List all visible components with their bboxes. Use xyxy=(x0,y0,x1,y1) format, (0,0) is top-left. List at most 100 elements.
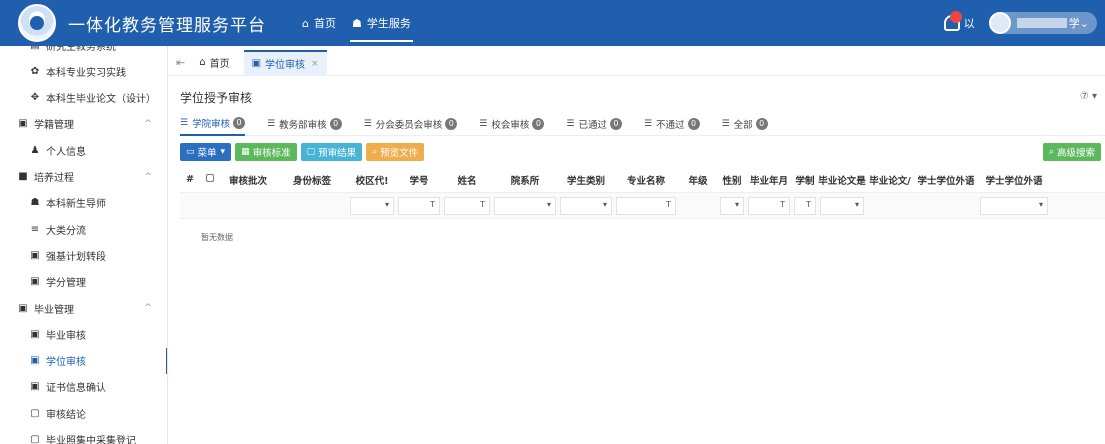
close-icon[interactable]: × xyxy=(311,59,319,69)
sidebar-item[interactable]: ▢ 审核结论 xyxy=(0,400,167,426)
column-filter-input[interactable]: T xyxy=(616,196,676,215)
credit-icon: ▣ xyxy=(30,276,40,288)
nav-home-label: 首页 xyxy=(313,17,336,30)
column-filter-select[interactable]: ▾ xyxy=(560,196,612,215)
sidebar-item-label: 毕业管理 xyxy=(34,304,74,316)
sidebar-item[interactable]: ▣ 学籍管理 ^ xyxy=(0,111,167,137)
sidebar-item[interactable]: ■ 培养过程 ^ xyxy=(0,164,167,190)
count-badge: 0 xyxy=(233,116,246,129)
filter-blank xyxy=(680,197,716,215)
filter-blank xyxy=(222,197,274,215)
review-stage-tab-label: 不通过 xyxy=(656,119,685,131)
preview-file-button[interactable]: ⌕ 预览文件 xyxy=(366,143,425,161)
column-filter-input[interactable]: T xyxy=(794,196,816,215)
grad-review-icon: ▣ xyxy=(30,328,40,340)
column-filter-input[interactable]: T xyxy=(748,196,790,215)
nav-student-service[interactable]: ☗ 学生服务 xyxy=(344,0,419,46)
column-filter-input[interactable]: T xyxy=(444,196,490,215)
tab-degree-review-label: 学位审核 xyxy=(265,60,306,71)
sidebar-item[interactable]: ✿ 本科专业实习实践 xyxy=(0,58,167,84)
review-stage-tab[interactable]: ☰ 不通过 0 xyxy=(644,112,700,136)
top-bar: 一体化教务管理服务平台 ⌂ 首页 ☗ 学生服务 以 学 ⌄ xyxy=(0,0,1105,46)
advanced-search-button[interactable]: ⌕ 高级搜索 xyxy=(1042,143,1101,161)
pre-review-result-button[interactable]: ▢ 预审结果 xyxy=(300,143,363,161)
sidebar-item[interactable]: ☗ 本科新生导师 xyxy=(0,190,167,216)
column-filter-input[interactable]: T xyxy=(398,196,440,215)
list-icon: ☰ xyxy=(180,117,189,128)
sidebar-item[interactable]: ✥ 本科生毕业论文（设计） xyxy=(0,85,167,111)
document-icon: ▢ xyxy=(306,147,316,157)
column-header: 审核批次 xyxy=(228,175,267,187)
list-icon: ☰ xyxy=(643,118,653,129)
column-header: 毕业论文/ xyxy=(869,175,911,187)
sidebar-item[interactable]: ≡ 大类分流 xyxy=(0,216,167,242)
help-icon[interactable]: ⑦ ▾ xyxy=(1080,91,1097,102)
column-filter-select[interactable]: ▾ xyxy=(820,196,864,215)
column-filter-select[interactable]: ▾ xyxy=(720,196,744,215)
review-stage-tab[interactable]: ☰ 学院审核 0 xyxy=(180,112,246,136)
column-header: 学制 xyxy=(795,175,815,187)
list-icon: ☰ xyxy=(479,118,488,129)
bell-icon[interactable] xyxy=(943,11,962,31)
sidebar-item-label: 强基计划转段 xyxy=(46,251,106,263)
sidebar-item[interactable]: ▣ 证书信息确认 xyxy=(0,374,167,400)
menu-button[interactable]: ▭ 菜单 ▾ xyxy=(180,143,232,161)
collapse-sidebar-icon[interactable]: ⇤ xyxy=(176,56,185,69)
review-stage-tab[interactable]: ☰ 全部 0 xyxy=(722,112,768,136)
calendar-icon: ▦ xyxy=(241,147,250,157)
count-badge: 0 xyxy=(609,117,622,130)
sidebar-item-label: 大类分流 xyxy=(46,225,86,237)
column-header: 学士学位外语 xyxy=(917,175,975,187)
sidebar-item[interactable]: ♟ 个人信息 xyxy=(0,137,167,163)
review-stage-tab[interactable]: ☰ 教务部审核 0 xyxy=(267,112,342,136)
sidebar: ▤ 研究生教务系统 ✿ 本科专业实习实践 ✥ 本科生毕业论文（设计） ▣ 学籍管理 ^ ♟ 个人信息… xyxy=(0,46,168,444)
list-icon: ☰ xyxy=(267,118,276,129)
caret-down-icon: ▾ xyxy=(546,199,551,209)
tab-degree-review[interactable]: ▣ 学位审核 × xyxy=(243,49,327,76)
certificate-icon: ▣ xyxy=(30,381,40,393)
review-stage-tab[interactable]: ☰ 已通过 0 xyxy=(566,112,622,136)
sidebar-item[interactable]: ▣ 学分管理 xyxy=(0,269,167,295)
caret-down-icon: ▾ xyxy=(734,199,739,209)
top-nav: ⌂ 首页 ☗ 学生服务 xyxy=(294,0,419,46)
search-icon: ⌕ xyxy=(1048,147,1054,157)
plan-icon: ▣ xyxy=(30,249,40,261)
review-stage-tabs: ☰ 学院审核 0 ☰ 教务部审核 0 ☰ 分会委员会审核 0 ☰ 校会审核 0 ☰ 已通过 0 ☰ 不通过 0 ☰ 全… xyxy=(180,112,1105,136)
column-filter-select[interactable]: ▾ xyxy=(350,196,394,215)
filter-icon: T xyxy=(806,199,811,209)
caret-down-icon: ▾ xyxy=(220,147,226,157)
sidebar-item[interactable]: ▤ 研究生教务系统 xyxy=(0,46,167,58)
tab-home-label: 首页 xyxy=(209,59,230,70)
sidebar-item[interactable]: ▣ 强基计划转段 xyxy=(0,242,167,268)
review-standard-button[interactable]: ▦ 审核标准 xyxy=(235,143,297,161)
caret-down-icon: ▾ xyxy=(384,199,389,209)
column-filter-select[interactable]: ▾ xyxy=(980,196,1048,215)
filter-blank xyxy=(278,197,346,215)
count-badge: 0 xyxy=(329,117,342,130)
folder-icon: ▭ xyxy=(186,147,195,157)
thesis-icon: ✥ xyxy=(30,92,40,104)
column-header: 学生类别 xyxy=(566,175,605,187)
count-badge: 0 xyxy=(532,117,545,130)
review-stage-tab[interactable]: ☰ 校会审核 0 xyxy=(479,112,545,136)
column-filter-select[interactable]: ▾ xyxy=(494,196,556,215)
sidebar-item[interactable]: ▣ 毕业管理 ^ xyxy=(0,295,167,321)
sidebar-item-label: 审核结论 xyxy=(46,409,86,421)
review-stage-tab[interactable]: ☰ 分会委员会审核 0 xyxy=(364,112,458,136)
sidebar-item[interactable]: ▣ 毕业审核 xyxy=(0,321,167,347)
sidebar-item[interactable]: ▢ 毕业照集中采集登记 xyxy=(0,427,167,444)
column-header: 学士学位外语 xyxy=(985,175,1043,187)
sidebar-item-label: 个人信息 xyxy=(46,146,86,158)
nav-home[interactable]: ⌂ 首页 xyxy=(294,0,344,46)
filter-blank xyxy=(916,197,976,215)
review-stage-tab-label: 已通过 xyxy=(578,119,607,131)
column-header: 身份标签 xyxy=(292,175,331,187)
sidebar-item[interactable]: ▣ 学位审核 xyxy=(0,347,167,374)
review-stage-tab-label: 教务部审核 xyxy=(279,119,327,131)
column-header: 姓名 xyxy=(457,175,477,187)
search-icon: ⌕ xyxy=(372,147,378,157)
user-menu[interactable]: 学 ⌄ xyxy=(988,12,1097,34)
university-logo[interactable] xyxy=(18,4,56,42)
tab-home[interactable]: ⌂ 首页 xyxy=(191,50,237,76)
select-all-checkbox[interactable] xyxy=(200,174,220,185)
